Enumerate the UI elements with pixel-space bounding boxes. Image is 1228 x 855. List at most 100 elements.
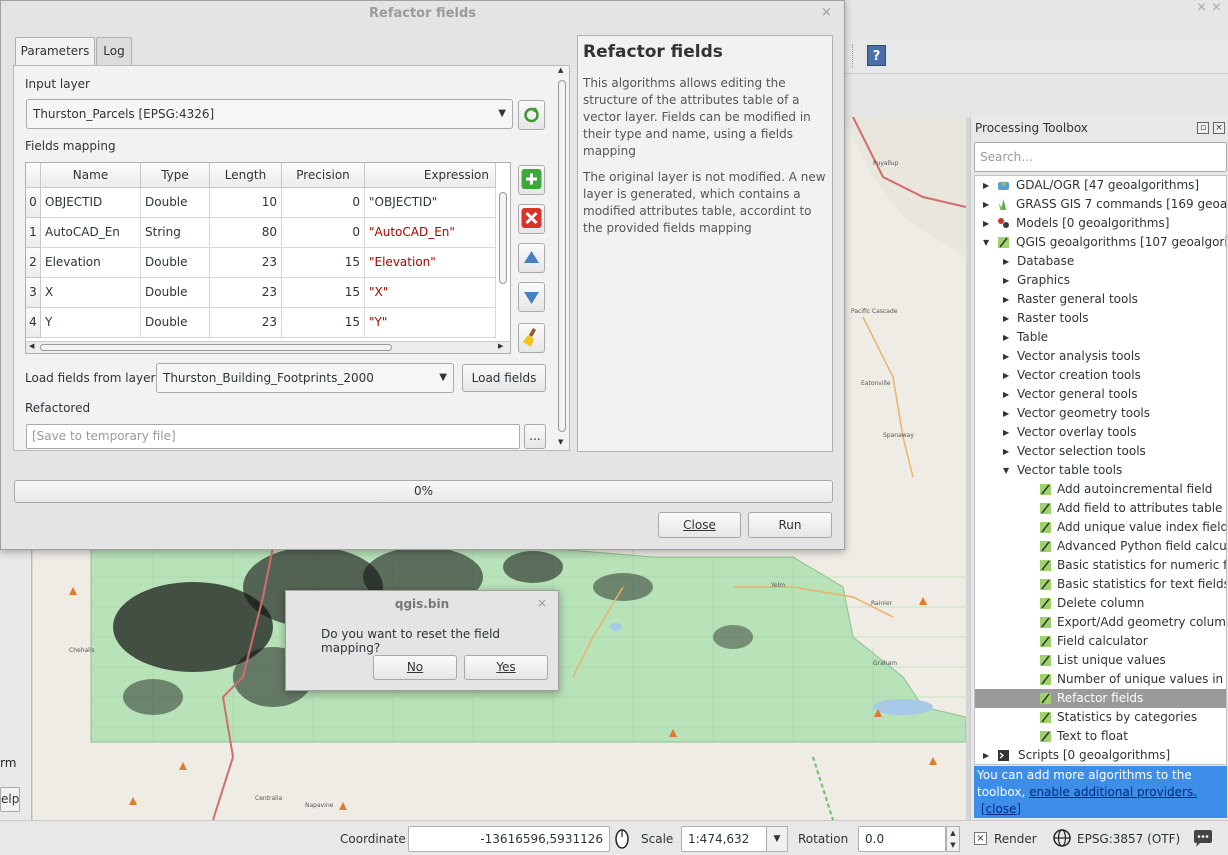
close-icon[interactable]: × bbox=[537, 596, 547, 610]
rotation-spinner[interactable]: ▲ ▼ bbox=[946, 826, 960, 852]
table-horizontal-scrollbar[interactable]: ◀ ▶ bbox=[26, 341, 510, 353]
algorithm-tree[interactable]: ▶ GDAL/OGR [47 geoalgorithms] ▶ GRASS GI… bbox=[974, 175, 1227, 765]
scroll-right-icon[interactable]: ▶ bbox=[498, 342, 503, 350]
expand-arrow-icon[interactable]: ▶ bbox=[983, 214, 989, 233]
move-up-button[interactable] bbox=[518, 243, 545, 273]
column-header[interactable]: Expression bbox=[365, 163, 496, 188]
column-header[interactable]: Name bbox=[41, 163, 141, 188]
iterate-button[interactable] bbox=[518, 100, 545, 130]
tree-algorithm[interactable]: Statistics by categories bbox=[975, 708, 1226, 727]
scroll-left-icon[interactable]: ◀ bbox=[29, 342, 34, 350]
rotation-field[interactable]: 0.0 bbox=[858, 826, 946, 852]
tree-algorithm[interactable]: Export/Add geometry columns bbox=[975, 613, 1226, 632]
expand-arrow-icon[interactable]: ▶ bbox=[983, 176, 989, 195]
messages-icon[interactable] bbox=[1192, 829, 1214, 849]
toolbox-search-input[interactable]: Search... bbox=[974, 142, 1227, 172]
cell-precision[interactable]: 0 bbox=[282, 218, 365, 248]
cell-length[interactable]: 23 bbox=[210, 308, 282, 338]
cell-length[interactable]: 10 bbox=[210, 188, 282, 218]
cell-type[interactable]: Double bbox=[141, 308, 210, 338]
tree-group-table[interactable]: ▶ Table bbox=[975, 328, 1226, 347]
crs-label[interactable]: EPSG:3857 (OTF) bbox=[1077, 832, 1180, 846]
enable-providers-link[interactable]: enable additional providers. bbox=[1029, 785, 1197, 799]
row-header[interactable]: 0 bbox=[26, 188, 41, 218]
tree-algorithm[interactable]: Advanced Python field calculator bbox=[975, 537, 1226, 556]
cell-expression[interactable]: "AutoCAD_En" bbox=[365, 218, 496, 248]
expand-arrow-icon[interactable]: ▶ bbox=[983, 746, 989, 764]
move-down-button[interactable] bbox=[518, 282, 545, 312]
chevron-down-icon[interactable]: ▼ bbox=[766, 826, 788, 852]
yes-button[interactable]: Yes bbox=[464, 655, 548, 680]
cell-expression[interactable]: "Elevation" bbox=[365, 248, 496, 278]
tree-group-vector-analysis[interactable]: ▶ Vector analysis tools bbox=[975, 347, 1226, 366]
tree-group-raster-general[interactable]: ▶ Raster general tools bbox=[975, 290, 1226, 309]
fields-mapping-table[interactable]: Name Type Length Precision Expression 0 … bbox=[25, 162, 511, 354]
tree-group-graphics[interactable]: ▶ Graphics bbox=[975, 271, 1226, 290]
cell-expression[interactable]: "OBJECTID" bbox=[365, 188, 496, 218]
tree-provider-models[interactable]: ▶ Models [0 geoalgorithms] bbox=[975, 214, 1226, 233]
expand-arrow-icon[interactable]: ▶ bbox=[1003, 328, 1009, 347]
scroll-down-icon[interactable]: ▼ bbox=[558, 438, 563, 446]
cell-type[interactable]: Double bbox=[141, 248, 210, 278]
float-panel-icon[interactable]: ▫ bbox=[1197, 122, 1209, 134]
browse-button[interactable]: ... bbox=[524, 424, 546, 449]
close-info-link[interactable]: [close] bbox=[981, 802, 1021, 816]
output-file-input[interactable]: [Save to temporary file] bbox=[26, 424, 520, 449]
cell-name[interactable]: Y bbox=[41, 308, 141, 338]
tree-algorithm[interactable]: Basic statistics for text fields bbox=[975, 575, 1226, 594]
tab-parameters[interactable]: Parameters bbox=[15, 37, 95, 66]
no-button[interactable]: No bbox=[373, 655, 457, 680]
collapse-arrow-icon[interactable]: ▼ bbox=[983, 233, 989, 252]
tree-group-raster-tools[interactable]: ▶ Raster tools bbox=[975, 309, 1226, 328]
cell-name[interactable]: AutoCAD_En bbox=[41, 218, 141, 248]
row-header[interactable]: 2 bbox=[26, 248, 41, 278]
tree-algorithm[interactable]: Basic statistics for numeric fields bbox=[975, 556, 1226, 575]
cell-expression[interactable]: "Y" bbox=[365, 308, 496, 338]
panel-vertical-scrollbar[interactable]: ▲ ▼ bbox=[555, 66, 569, 450]
cell-length[interactable]: 23 bbox=[210, 248, 282, 278]
main-window-close-icon[interactable]: × × bbox=[1196, 0, 1222, 15]
scale-combo[interactable]: 1:474,632 bbox=[681, 826, 767, 852]
load-fields-layer-combo[interactable]: Thurston_Building_Footprints_2000 ▼ bbox=[156, 363, 454, 393]
tree-group-vector-table[interactable]: ▼ Vector table tools bbox=[975, 461, 1226, 480]
add-field-button[interactable] bbox=[518, 165, 545, 195]
cell-length[interactable]: 23 bbox=[210, 278, 282, 308]
help-icon[interactable]: ? bbox=[867, 45, 886, 66]
cell-expression[interactable]: "X" bbox=[365, 278, 496, 308]
collapse-arrow-icon[interactable]: ▼ bbox=[1003, 461, 1009, 480]
cell-precision[interactable]: 15 bbox=[282, 308, 365, 338]
row-header[interactable]: 1 bbox=[26, 218, 41, 248]
scrollbar-thumb[interactable] bbox=[558, 80, 566, 432]
reset-fields-button[interactable] bbox=[518, 323, 545, 353]
tree-group-database[interactable]: ▶ Database bbox=[975, 252, 1226, 271]
cell-name[interactable]: Elevation bbox=[41, 248, 141, 278]
tree-algorithm[interactable]: Add field to attributes table bbox=[975, 499, 1226, 518]
cell-type[interactable]: Double bbox=[141, 188, 210, 218]
expand-arrow-icon[interactable]: ▶ bbox=[1003, 252, 1009, 271]
tree-algorithm[interactable]: Field calculator bbox=[975, 632, 1226, 651]
cell-precision[interactable]: 0 bbox=[282, 188, 365, 218]
expand-arrow-icon[interactable]: ▶ bbox=[1003, 385, 1009, 404]
tree-algorithm[interactable]: Text to float bbox=[975, 727, 1226, 746]
column-header[interactable]: Type bbox=[141, 163, 210, 188]
scroll-up-icon[interactable]: ▲ bbox=[558, 66, 563, 74]
tree-group-vector-creation[interactable]: ▶ Vector creation tools bbox=[975, 366, 1226, 385]
tree-algorithm[interactable]: List unique values bbox=[975, 651, 1226, 670]
close-button[interactable]: Close bbox=[658, 512, 741, 538]
tree-group-vector-selection[interactable]: ▶ Vector selection tools bbox=[975, 442, 1226, 461]
tree-algorithm[interactable]: Delete column bbox=[975, 594, 1226, 613]
expand-arrow-icon[interactable]: ▶ bbox=[1003, 442, 1009, 461]
table-vertical-scrollbar[interactable] bbox=[496, 188, 510, 341]
tree-provider-gdal[interactable]: ▶ GDAL/OGR [47 geoalgorithms] bbox=[975, 176, 1226, 195]
mouse-icon[interactable] bbox=[613, 827, 631, 851]
column-header[interactable]: Length bbox=[210, 163, 282, 188]
close-icon[interactable]: × bbox=[821, 5, 832, 20]
close-panel-icon[interactable]: × bbox=[1213, 122, 1225, 134]
tree-algorithm[interactable]: Add unique value index field bbox=[975, 518, 1226, 537]
load-fields-button[interactable]: Load fields bbox=[462, 364, 546, 392]
cell-name[interactable]: OBJECTID bbox=[41, 188, 141, 218]
expand-arrow-icon[interactable]: ▶ bbox=[1003, 423, 1009, 442]
run-button[interactable]: Run bbox=[748, 512, 832, 538]
expand-arrow-icon[interactable]: ▶ bbox=[1003, 271, 1009, 290]
left-help-button[interactable]: elp bbox=[0, 787, 20, 812]
